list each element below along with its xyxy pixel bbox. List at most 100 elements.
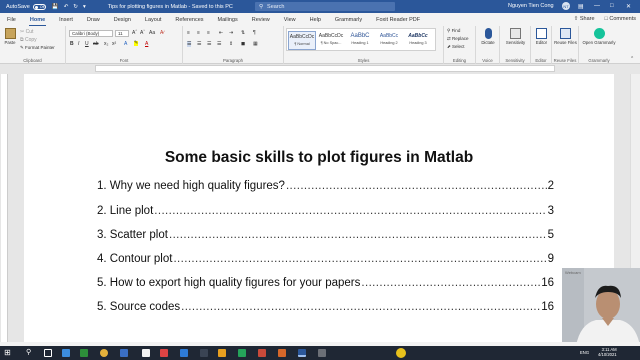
toc-entry[interactable]: 2. Line plot ...........................… <box>97 201 554 217</box>
tab-review[interactable]: Review <box>245 17 277 26</box>
bold-icon[interactable]: B <box>70 41 74 47</box>
copy-button[interactable]: ⧉ Copy <box>20 37 37 43</box>
undo-icon[interactable]: ↶ <box>64 4 69 10</box>
align-right-icon[interactable]: ☰ <box>207 41 211 47</box>
taskbar-app-icon[interactable] <box>258 349 266 357</box>
language-indicator[interactable]: ENG <box>580 350 589 355</box>
tab-file[interactable]: File <box>0 17 23 26</box>
paste-button[interactable]: Paste <box>3 28 17 45</box>
style-heading-1[interactable]: AaBbC Heading 1 <box>346 31 374 45</box>
save-icon[interactable]: 💾 <box>52 4 59 10</box>
dictate-button[interactable]: Dictate <box>478 28 498 45</box>
style-heading-3[interactable]: AaBbCc Heading 3 <box>404 31 432 45</box>
chrome-icon[interactable] <box>100 349 108 357</box>
align-center-icon[interactable]: ☰ <box>197 41 201 47</box>
editor-button[interactable]: Editor <box>533 28 550 45</box>
superscript-icon[interactable]: x² <box>112 41 116 47</box>
word-icon[interactable] <box>298 349 306 357</box>
tab-layout[interactable]: Layout <box>138 17 169 26</box>
taskbar-app-icon[interactable] <box>142 349 150 357</box>
change-case-icon[interactable]: Aa <box>149 30 155 36</box>
toc-entry[interactable]: 5. How to export high quality figures fo… <box>97 273 554 289</box>
find-button[interactable]: ⚲ Find <box>447 28 460 34</box>
start-icon[interactable]: ⊞ <box>4 349 12 357</box>
comments-button[interactable]: □ Comments <box>605 16 636 22</box>
style-normal[interactable]: AaBbCcDc ¶ Normal <box>288 31 316 50</box>
tab-insert[interactable]: Insert <box>52 17 80 26</box>
highlight-icon[interactable]: ✎ <box>134 41 139 46</box>
autosave-switch[interactable]: Off <box>32 3 46 10</box>
grow-font-icon[interactable]: Aˆ <box>132 30 137 36</box>
reuse-files-button[interactable]: Reuse Files <box>554 28 577 45</box>
style-no-spacing[interactable]: AaBbCcDc ¶ No Spac... <box>317 31 345 45</box>
increase-indent-icon[interactable]: ⇥ <box>229 30 233 36</box>
customize-toolbar-icon[interactable]: ▾ <box>83 4 86 10</box>
strikethrough-icon[interactable]: ab <box>93 41 99 47</box>
redo-icon[interactable]: ↻ <box>73 4 78 10</box>
clear-format-icon[interactable]: A∕ <box>160 30 164 36</box>
show-formatting-icon[interactable]: ¶ <box>253 30 256 36</box>
select-button[interactable]: ⬈ Select <box>447 44 465 50</box>
sort-icon[interactable]: ⇅ <box>241 30 245 36</box>
maximize-icon[interactable]: □ <box>610 3 614 9</box>
horizontal-ruler[interactable] <box>0 64 640 73</box>
taskbar-app-icon[interactable] <box>180 349 188 357</box>
format-painter-button[interactable]: ✎ Format Painter <box>20 45 55 51</box>
tab-grammarly[interactable]: Grammarly <box>328 17 369 26</box>
text-effects-icon[interactable]: A <box>124 41 127 47</box>
shading-icon[interactable]: ◼ <box>241 41 245 47</box>
taskbar-app-icon[interactable] <box>200 349 208 357</box>
tab-foxit[interactable]: Foxit Reader PDF <box>369 17 427 26</box>
justify-icon[interactable]: ☰ <box>217 41 221 47</box>
avatar[interactable]: NT <box>562 2 570 10</box>
font-color-icon[interactable]: A <box>145 41 148 47</box>
tab-design[interactable]: Design <box>107 17 138 26</box>
clock[interactable]: 3:11 AM 4/10/2021 <box>598 347 617 357</box>
toc-entry[interactable]: 1. Why we need high quality figures? ...… <box>97 176 554 192</box>
open-grammarly-button[interactable]: Open Grammarly <box>582 28 616 45</box>
borders-icon[interactable]: ▦ <box>253 41 258 47</box>
tab-mailings[interactable]: Mailings <box>211 17 245 26</box>
taskbar-app-icon[interactable] <box>238 349 246 357</box>
toc-entry[interactable]: 4. Contour plot ........................… <box>97 249 554 265</box>
toc-entry[interactable]: 3. Scatter plot ........................… <box>97 225 554 241</box>
collapse-ribbon-icon[interactable]: ⌃ <box>630 56 634 62</box>
subscript-icon[interactable]: x₂ <box>104 41 108 47</box>
bullets-icon[interactable]: ≡ <box>187 30 190 36</box>
file-explorer-icon[interactable] <box>218 349 226 357</box>
user-name[interactable]: Nguyen Tien Cong <box>508 3 554 9</box>
font-name-select[interactable]: Calibri (Body) <box>69 30 113 37</box>
autosave-toggle[interactable]: AutoSave Off <box>6 3 46 10</box>
taskbar-app-icon[interactable] <box>120 349 128 357</box>
toc-entry[interactable]: 5. Source codes ........................… <box>97 297 554 313</box>
vertical-ruler[interactable] <box>1 74 8 342</box>
style-heading-2[interactable]: AaBbCc Heading 2 <box>375 31 403 45</box>
task-view-icon[interactable] <box>44 349 52 357</box>
underline-icon[interactable]: U <box>85 41 89 47</box>
sensitivity-button[interactable]: Sensitivity <box>502 28 529 45</box>
shrink-font-icon[interactable]: Aˇ <box>140 30 145 36</box>
tab-help[interactable]: Help <box>303 17 328 26</box>
search-box[interactable]: ⚲ Search <box>255 2 395 11</box>
font-size-select[interactable]: 11 <box>115 30 129 37</box>
align-left-icon[interactable]: ☰ <box>187 41 192 47</box>
cut-button[interactable]: ✂ Cut <box>20 29 33 35</box>
taskbar-app-icon[interactable] <box>80 349 88 357</box>
tab-references[interactable]: References <box>168 17 210 26</box>
close-icon[interactable]: ✕ <box>626 3 631 10</box>
multilevel-list-icon[interactable]: ≡ <box>207 30 210 36</box>
tab-draw[interactable]: Draw <box>80 17 107 26</box>
taskbar-search-icon[interactable]: ⚲ <box>26 349 34 357</box>
italic-icon[interactable]: I <box>78 41 79 47</box>
decrease-indent-icon[interactable]: ⇤ <box>219 30 223 36</box>
tab-view[interactable]: View <box>277 17 303 26</box>
ribbon-display-icon[interactable]: ▤ <box>578 3 584 10</box>
document-page[interactable]: Some basic skills to plot figures in Mat… <box>24 74 614 342</box>
tab-home[interactable]: Home <box>23 17 52 26</box>
taskbar-app-icon[interactable] <box>160 349 168 357</box>
taskbar-app-icon[interactable] <box>62 349 70 357</box>
taskbar-app-icon[interactable] <box>318 349 326 357</box>
share-button[interactable]: ⇧ Share <box>574 16 595 22</box>
powerpoint-icon[interactable] <box>278 349 286 357</box>
minimize-icon[interactable]: — <box>594 3 600 9</box>
